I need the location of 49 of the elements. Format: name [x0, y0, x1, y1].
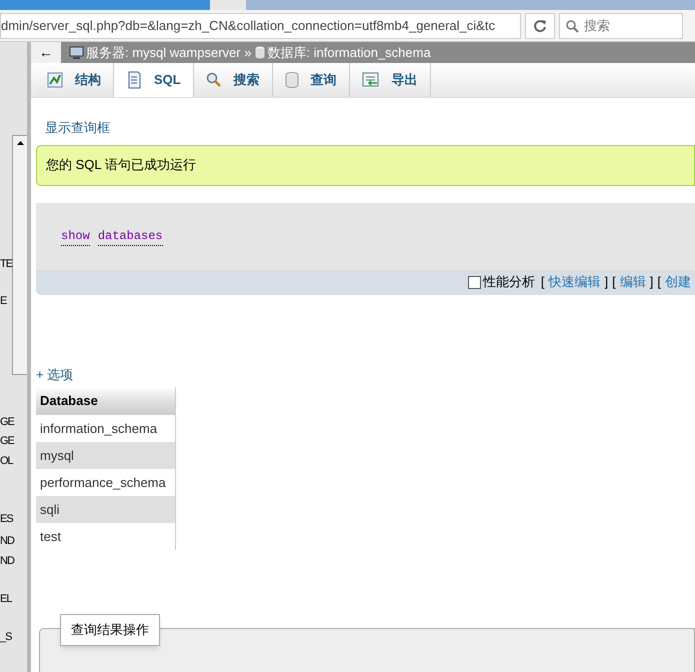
document-icon — [126, 71, 142, 89]
tab[interactable]: 查询 — [272, 63, 350, 97]
column-header[interactable]: Database — [36, 387, 176, 415]
table-cell: test — [36, 523, 176, 550]
profiling-checkbox[interactable] — [468, 276, 481, 288]
sql-keyword[interactable]: databases — [98, 226, 163, 246]
options-link[interactable]: + 选项 — [36, 364, 74, 384]
action-link[interactable]: 创建 — [665, 272, 691, 292]
search-field[interactable]: 搜索 — [559, 12, 683, 38]
profiling-label: 性能分析 — [482, 273, 535, 292]
sidebar-item[interactable]: ND — [0, 553, 14, 570]
sidebar-item[interactable]: TE — [0, 256, 12, 272]
chart-icon — [47, 72, 63, 88]
action-link[interactable]: 快速编辑 — [548, 272, 600, 292]
tab[interactable]: 搜索 — [194, 63, 273, 97]
search-icon — [206, 72, 222, 88]
scrollbar[interactable] — [12, 135, 27, 375]
sidebar-item[interactable]: OL — [0, 453, 13, 470]
database-icon — [284, 72, 299, 88]
sidebar-item[interactable]: ND — [0, 533, 14, 550]
export-icon — [362, 72, 380, 88]
sidebar-item[interactable]: GE — [0, 433, 14, 450]
action-link[interactable]: 编辑 — [620, 272, 646, 292]
sidebar-item[interactable]: _S — [0, 629, 12, 646]
sidebar-item[interactable]: GE — [0, 414, 14, 430]
sql-keyword[interactable]: show — [61, 226, 90, 246]
table-cell: sqli — [36, 496, 176, 523]
database-icon — [255, 46, 266, 59]
search-icon — [565, 18, 579, 32]
address-field[interactable]: dmin/server_sql.php?db=&lang=zh_CN&collation_connection=utf8mb4_general_ci&tc — [0, 12, 521, 38]
panel-legend: 查询结果操作 — [60, 614, 160, 646]
bracket: [ — [540, 273, 544, 292]
bracket: ] — [604, 273, 608, 292]
bracket: [ — [612, 273, 616, 292]
server-icon — [69, 46, 84, 60]
tab[interactable]: SQL — [114, 63, 194, 97]
tab[interactable]: 导出 — [350, 63, 431, 97]
show-query-link[interactable]: 显示查询框 — [45, 118, 695, 138]
sidebar-item[interactable]: ES — [0, 511, 13, 528]
reload-button[interactable] — [525, 12, 555, 38]
table-cell: information_schema — [36, 415, 176, 442]
table-cell: performance_schema — [36, 469, 176, 496]
reload-icon — [533, 18, 547, 32]
sidebar-item[interactable]: EL — [0, 591, 12, 608]
bracket: ] — [650, 273, 654, 292]
bracket: [ — [657, 273, 661, 292]
sidebar-item[interactable]: E — [0, 293, 6, 310]
success-message: 您的 SQL 语句已成功运行 — [36, 144, 695, 186]
table-cell: mysql — [36, 442, 176, 469]
